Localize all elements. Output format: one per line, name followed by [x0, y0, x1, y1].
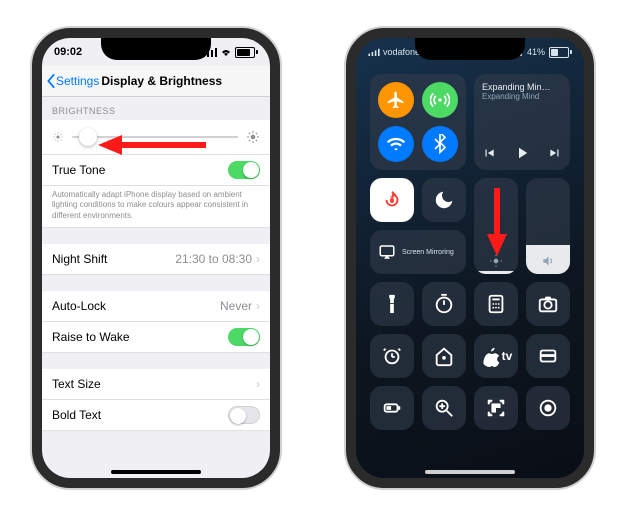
- calculator-button[interactable]: [474, 282, 518, 326]
- nav-bar: Settings Display & Brightness: [42, 66, 270, 97]
- alarm-button[interactable]: [370, 334, 414, 378]
- chevron-left-icon: [46, 74, 56, 88]
- true-tone-label: True Tone: [52, 163, 105, 177]
- auto-lock-value: Never: [220, 299, 252, 313]
- true-tone-cell[interactable]: True Tone: [42, 155, 270, 186]
- bluetooth-button[interactable]: [422, 126, 458, 162]
- voice-memo-button[interactable]: [526, 386, 570, 430]
- screen-mirroring-button[interactable]: Screen Mirroring: [370, 230, 466, 274]
- annotation-arrow-left: [98, 133, 208, 157]
- prev-track-icon[interactable]: [482, 146, 496, 160]
- low-power-button[interactable]: [370, 386, 414, 430]
- bold-text-label: Bold Text: [52, 408, 101, 422]
- qr-scan-button[interactable]: [474, 386, 518, 430]
- raise-to-wake-toggle[interactable]: [228, 328, 260, 346]
- home-indicator[interactable]: [111, 470, 201, 474]
- home-button[interactable]: [422, 334, 466, 378]
- cellular-data-button[interactable]: [422, 82, 458, 118]
- volume-vertical-slider[interactable]: [526, 178, 570, 274]
- settings-screen: 09:02 Settings Display & Brightness BRIG…: [42, 38, 270, 478]
- notch: [415, 38, 525, 60]
- notch: [101, 38, 211, 60]
- battery-icon: [235, 47, 258, 58]
- timer-button[interactable]: [422, 282, 466, 326]
- apple-tv-label: tv: [502, 349, 513, 363]
- screenshot-stage: 09:02 Settings Display & Brightness BRIG…: [0, 0, 626, 518]
- wifi-icon: [220, 47, 232, 57]
- brightness-slider-thumb[interactable]: [79, 128, 97, 146]
- chevron-right-icon: ›: [256, 299, 260, 313]
- raise-to-wake-label: Raise to Wake: [52, 330, 130, 344]
- night-shift-label: Night Shift: [52, 252, 107, 266]
- next-track-icon[interactable]: [548, 146, 562, 160]
- battery-icon: [549, 47, 572, 58]
- speaker-icon: [541, 254, 555, 268]
- auto-lock-cell[interactable]: Auto-Lock Never ›: [42, 291, 270, 322]
- status-time: 09:02: [54, 46, 82, 58]
- night-shift-value: 21:30 to 08:30: [175, 252, 252, 266]
- nav-title: Display & Brightness: [101, 74, 222, 88]
- screen-mirroring-label: Screen Mirroring: [402, 249, 454, 256]
- sun-high-icon: [246, 130, 260, 144]
- iphone-left: 09:02 Settings Display & Brightness BRIG…: [32, 28, 280, 488]
- orientation-lock-button[interactable]: [370, 178, 414, 222]
- signal-icon: [368, 48, 380, 56]
- status-right-icons: [203, 47, 258, 58]
- music-subtitle: Expanding Mind: [482, 92, 562, 101]
- true-tone-footnote: Automatically adapt iPhone display based…: [42, 186, 270, 228]
- music-title: Expanding Min…: [482, 82, 562, 92]
- bold-text-toggle[interactable]: [228, 406, 260, 424]
- text-size-label: Text Size: [52, 377, 101, 391]
- magnifier-button[interactable]: [422, 386, 466, 430]
- control-center-screen: vodafone UK 41% Expanding Min… Exp: [356, 38, 584, 478]
- sun-icon: [489, 254, 503, 268]
- music-module[interactable]: Expanding Min… Expanding Mind: [474, 74, 570, 170]
- wallet-button[interactable]: [526, 334, 570, 378]
- text-size-cell[interactable]: Text Size ›: [42, 369, 270, 400]
- home-indicator[interactable]: [425, 470, 515, 474]
- iphone-right: vodafone UK 41% Expanding Min… Exp: [346, 28, 594, 488]
- connectivity-module: [370, 74, 466, 170]
- apple-tv-remote-button[interactable]: tv: [474, 334, 518, 378]
- auto-lock-label: Auto-Lock: [52, 299, 106, 313]
- chevron-right-icon: ›: [256, 252, 260, 266]
- section-header-brightness: BRIGHTNESS: [42, 96, 270, 120]
- wifi-button[interactable]: [378, 126, 414, 162]
- bold-text-cell[interactable]: Bold Text: [42, 400, 270, 431]
- play-icon[interactable]: [513, 144, 531, 162]
- night-shift-cell[interactable]: Night Shift 21:30 to 08:30 ›: [42, 244, 270, 275]
- sun-low-icon: [52, 131, 64, 143]
- chevron-right-icon: ›: [256, 377, 260, 391]
- back-button[interactable]: Settings: [42, 74, 99, 88]
- true-tone-toggle[interactable]: [228, 161, 260, 179]
- flashlight-button[interactable]: [370, 282, 414, 326]
- do-not-disturb-button[interactable]: [422, 178, 466, 222]
- battery-percent: 41%: [527, 47, 545, 57]
- annotation-arrow-down: [484, 186, 510, 256]
- back-label: Settings: [56, 74, 99, 88]
- raise-to-wake-cell[interactable]: Raise to Wake: [42, 322, 270, 353]
- camera-button[interactable]: [526, 282, 570, 326]
- airplane-mode-button[interactable]: [378, 82, 414, 118]
